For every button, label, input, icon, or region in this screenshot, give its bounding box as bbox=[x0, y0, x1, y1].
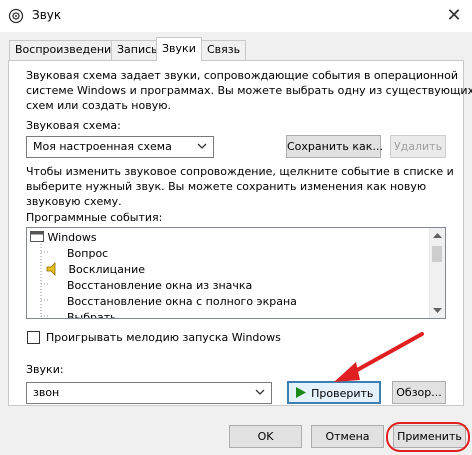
chevron-down-icon[interactable] bbox=[433, 308, 442, 314]
events-label: Программные события: bbox=[26, 211, 163, 224]
sounds-label: Звуки: bbox=[26, 363, 64, 376]
list-item-exclamation[interactable]: Восклицание bbox=[45, 262, 147, 278]
tab-sounds[interactable]: Звуки bbox=[156, 37, 202, 61]
events-list[interactable]: Windows Вопрос Восклицание Восстановлени… bbox=[26, 227, 446, 319]
title-bar bbox=[0, 0, 472, 32]
scheme-label: Звуковая схема: bbox=[26, 119, 121, 132]
list-item-restore-from-icon[interactable]: Восстановление окна из значка bbox=[67, 278, 252, 294]
scrollbar-thumb[interactable] bbox=[432, 246, 442, 262]
list-item-question[interactable]: Вопрос bbox=[67, 246, 108, 262]
cancel-button[interactable]: Отмена bbox=[311, 425, 384, 448]
speaker-icon bbox=[8, 8, 24, 24]
hint-line-3: звуковую схему. bbox=[26, 195, 122, 208]
close-icon[interactable]: ✕ bbox=[440, 4, 468, 28]
list-item-restore-from-fullscreen[interactable]: Восстановление окна с полного экрана bbox=[67, 294, 297, 310]
events-scrollbar[interactable] bbox=[429, 228, 445, 318]
annotation-arrow-icon bbox=[334, 332, 424, 382]
annotation-highlight-ring bbox=[386, 422, 470, 452]
delete-button[interactable]: Удалить bbox=[390, 135, 446, 158]
save-as-button[interactable]: Сохранить как... bbox=[286, 135, 383, 158]
list-item-windows[interactable]: Windows bbox=[30, 230, 97, 246]
list-item-select[interactable]: Выбрать bbox=[67, 310, 117, 318]
ok-button[interactable]: OK bbox=[229, 425, 302, 448]
sound-select-value: звон bbox=[33, 386, 60, 399]
startup-sound-label: Проигрывать мелодию запуска Windows bbox=[46, 331, 281, 344]
description-line-3: схем или создать новую. bbox=[26, 99, 171, 112]
hint-line-2: выберите нужный звук. Вы можете сохранит… bbox=[26, 180, 427, 193]
play-icon bbox=[295, 387, 306, 398]
scheme-select[interactable]: Моя настроенная схема bbox=[26, 136, 214, 158]
list-item-label: Восклицание bbox=[68, 263, 145, 276]
description-line-1: Звуковая схема задает звуки, сопровождаю… bbox=[26, 69, 458, 82]
chevron-down-icon bbox=[255, 389, 265, 395]
description-line-2: системе Windows и программах. Вы можете … bbox=[26, 84, 472, 97]
chevron-up-icon[interactable] bbox=[433, 232, 442, 238]
window-title: Звук bbox=[32, 8, 62, 22]
sound-select[interactable]: звон bbox=[26, 382, 272, 404]
startup-sound-checkbox[interactable] bbox=[27, 331, 40, 344]
hint-line-1: Чтобы изменить звуковое сопровождение, щ… bbox=[26, 165, 454, 178]
window-icon bbox=[30, 231, 44, 242]
tab-playback[interactable]: Воспроизведение bbox=[9, 40, 124, 60]
scheme-select-value: Моя настроенная схема bbox=[33, 140, 172, 153]
speaker-icon bbox=[46, 262, 56, 276]
chevron-down-icon bbox=[197, 143, 207, 149]
tab-communications[interactable]: Связь bbox=[201, 40, 247, 60]
list-item-label: Windows bbox=[47, 231, 97, 244]
